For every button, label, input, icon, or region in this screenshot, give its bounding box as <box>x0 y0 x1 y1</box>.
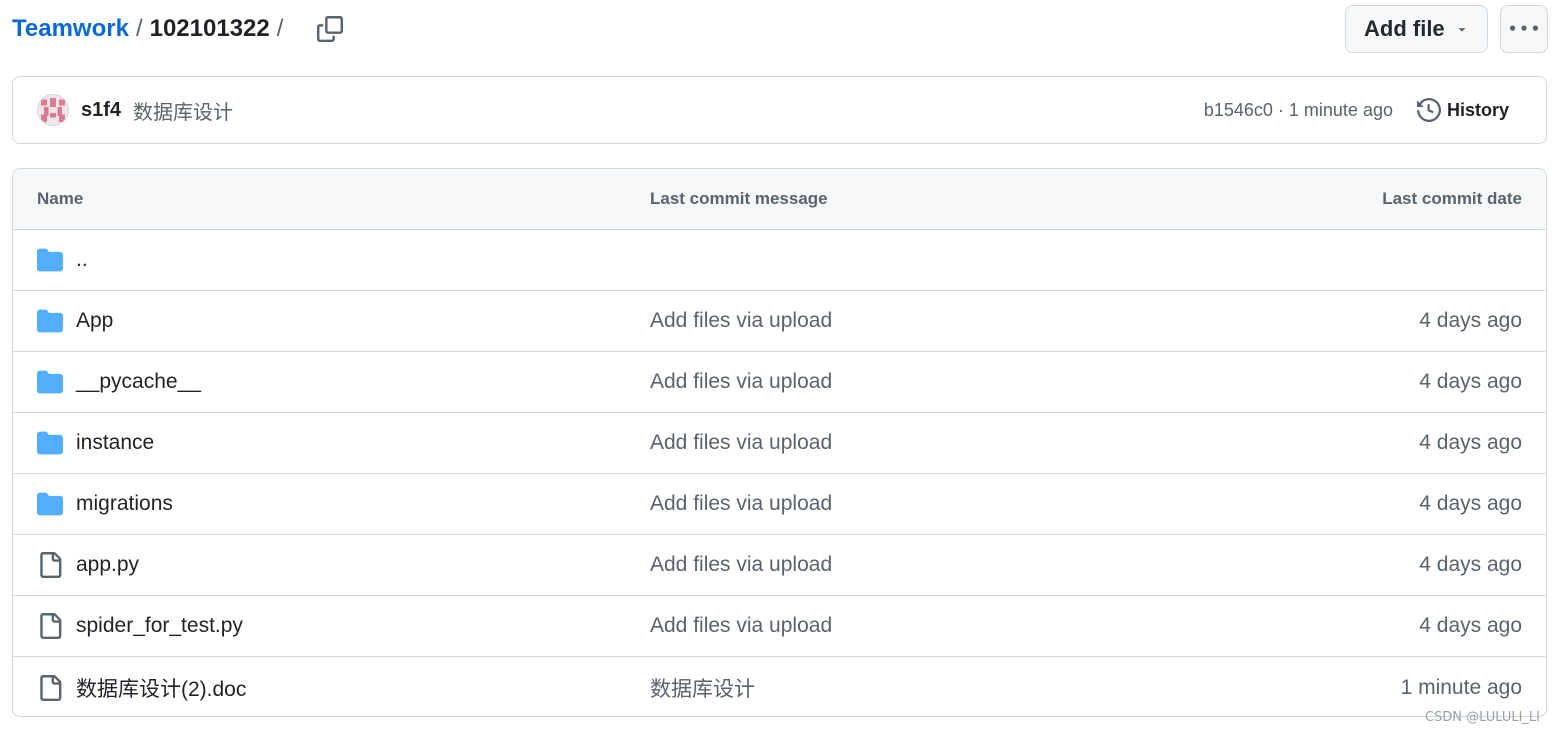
commit-message-link[interactable]: Add files via upload <box>650 309 832 332</box>
table-row[interactable]: 数据库设计(2).doc 数据库设计 1 minute ago <box>13 657 1546 716</box>
file-list-table: Name Last commit message Last commit dat… <box>12 168 1547 717</box>
commit-date: 4 days ago <box>1419 309 1522 332</box>
file-link[interactable]: 数据库设计(2).doc <box>76 673 246 703</box>
file-icon <box>40 552 62 578</box>
commit-date: 4 days ago <box>1419 553 1522 576</box>
commit-meta: b1546c0 · 1 minute ago <box>1204 100 1393 121</box>
file-icon <box>40 613 62 639</box>
table-header: Name Last commit message Last commit dat… <box>13 169 1546 230</box>
table-row[interactable]: migrations Add files via upload 4 days ago <box>13 474 1546 535</box>
commit-author[interactable]: s1f4 <box>81 99 121 122</box>
meta-separator: · <box>1277 99 1284 120</box>
breadcrumb: Teamwork / 102101322 / <box>12 15 290 43</box>
identicon-icon <box>38 95 68 125</box>
add-file-label: Add file <box>1364 16 1445 41</box>
more-options-button[interactable] <box>1500 5 1548 53</box>
file-rows: App Add files via upload 4 days ago __pycac… <box>13 291 1546 716</box>
breadcrumb-trailing-separator: / <box>276 15 284 42</box>
watermark: CSDN @LULULI_LI <box>1424 710 1540 725</box>
commit-message-link[interactable]: Add files via upload <box>650 614 832 637</box>
breadcrumb-current-folder: 102101322 <box>149 15 270 42</box>
commit-date: 1 minute ago <box>1400 675 1522 699</box>
commit-message-link[interactable]: Add files via upload <box>650 431 832 454</box>
table-row[interactable]: app.py Add files via upload 4 days ago <box>13 535 1546 596</box>
kebab-horizontal-icon <box>1510 25 1538 31</box>
breadcrumb-repo-link[interactable]: Teamwork <box>12 15 129 43</box>
history-label: History <box>1446 99 1509 120</box>
table-row[interactable]: instance Add files via upload 4 days ago <box>13 413 1546 474</box>
parent-directory-link[interactable]: .. <box>76 248 88 272</box>
history-button[interactable]: History <box>1416 98 1509 122</box>
commit-date: 4 days ago <box>1419 431 1522 454</box>
commit-message-link[interactable]: 数据库设计 <box>650 678 755 701</box>
commit-message[interactable]: 数据库设计 <box>133 96 233 125</box>
commit-time: 1 minute ago <box>1288 99 1393 120</box>
file-link[interactable]: app.py <box>76 553 139 577</box>
folder-icon <box>37 492 63 516</box>
folder-icon <box>37 248 63 272</box>
history-icon <box>1416 98 1441 122</box>
table-row-parent-directory[interactable]: .. <box>13 230 1546 291</box>
commit-date: 4 days ago <box>1419 492 1522 515</box>
folder-icon <box>37 309 63 333</box>
triangle-down-icon <box>1458 28 1466 32</box>
breadcrumb-separator: / <box>135 15 143 42</box>
latest-commit-box: s1f4 数据库设计 b1546c0 · 1 minute ago Histor… <box>12 76 1547 144</box>
copy-path-button[interactable] <box>310 9 350 49</box>
folder-link[interactable]: instance <box>76 431 154 455</box>
avatar[interactable] <box>37 94 69 126</box>
header-last-commit-date: Last commit date <box>1382 189 1522 208</box>
folder-link[interactable]: __pycache__ <box>76 370 201 394</box>
file-icon <box>40 674 62 701</box>
folder-link[interactable]: migrations <box>76 492 173 516</box>
commit-message-link[interactable]: Add files via upload <box>650 553 832 576</box>
copy-icon <box>317 16 344 42</box>
add-file-button[interactable]: Add file <box>1345 5 1488 53</box>
commit-date: 4 days ago <box>1419 614 1522 637</box>
commit-message-link[interactable]: Add files via upload <box>650 370 832 393</box>
folder-icon <box>37 431 63 455</box>
file-link[interactable]: spider_for_test.py <box>76 614 243 638</box>
commit-sha[interactable]: b1546c0 <box>1204 100 1273 121</box>
table-row[interactable]: App Add files via upload 4 days ago <box>13 291 1546 352</box>
commit-date: 4 days ago <box>1419 370 1522 393</box>
table-row[interactable]: __pycache__ Add files via upload 4 days ag… <box>13 352 1546 413</box>
top-bar: Teamwork / 102101322 / Add file <box>12 4 1548 54</box>
folder-icon <box>37 370 63 394</box>
folder-link[interactable]: App <box>76 309 113 333</box>
header-last-commit-message: Last commit message <box>650 189 828 208</box>
header-name: Name <box>37 189 84 208</box>
commit-message-link[interactable]: Add files via upload <box>650 492 832 515</box>
table-row[interactable]: spider_for_test.py Add files via upload 4 … <box>13 596 1546 657</box>
